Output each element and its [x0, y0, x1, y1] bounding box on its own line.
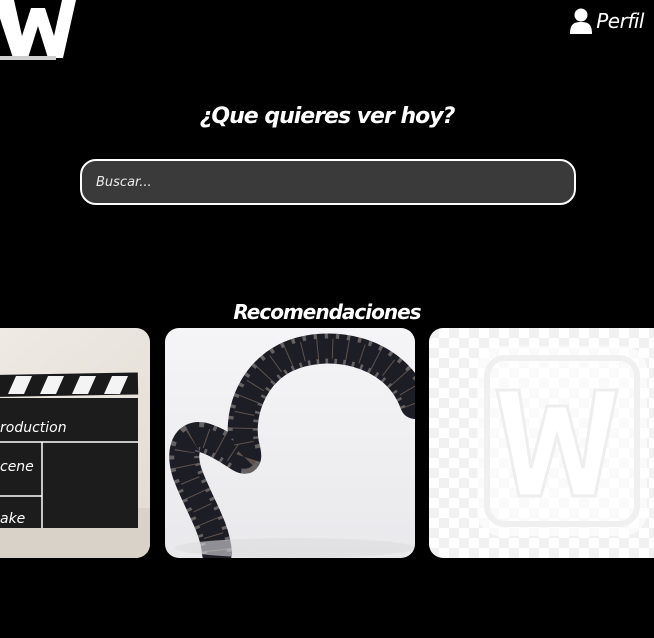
page-title: ¿Que quieres ver hoy?	[199, 104, 456, 129]
brand-logo[interactable]: W	[0, 0, 76, 62]
recommendations-title: Recomendaciones	[233, 300, 421, 324]
profile-label: Perfil	[596, 9, 644, 33]
page: W Perfil ¿Que quieres ver hoy? Recomenda…	[0, 0, 654, 638]
recommendation-card-clapperboard[interactable]: roduction cene ake	[0, 328, 150, 558]
clapper-take-label: ake	[0, 511, 25, 527]
search-input[interactable]	[82, 161, 574, 203]
recommendation-card-film-reel[interactable]	[165, 328, 415, 558]
profile-link[interactable]: Perfil	[570, 6, 644, 36]
search-bar	[80, 159, 576, 205]
recommendation-card-placeholder[interactable]: W	[429, 328, 654, 558]
placeholder-logo-letter: W	[429, 328, 430, 329]
clapper-scene-label: cene	[0, 459, 34, 475]
clapper-production-label: roduction	[0, 420, 67, 436]
user-icon	[570, 8, 593, 34]
